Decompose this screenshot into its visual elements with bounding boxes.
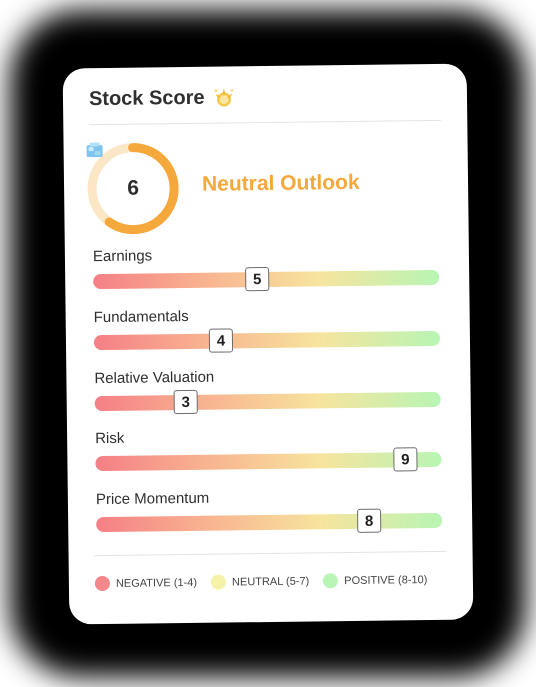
overall-score-value: 6: [127, 176, 140, 200]
outlook-label: Neutral Outlook: [201, 170, 360, 196]
score-marker: 9: [393, 447, 418, 472]
legend-divider: [94, 550, 447, 557]
metric-label: Price Momentum: [95, 489, 210, 509]
legend-swatch: [210, 574, 227, 590]
legend-item: POSITIVE (8-10): [323, 572, 428, 589]
score-marker: 3: [173, 389, 198, 415]
overall-score-gauge: 6: [86, 141, 181, 236]
score-marker: 4: [208, 328, 234, 353]
stage: Stock Score 6 Neutral Outlook Earnings 5…: [0, 0, 536, 687]
sparkle-icon: [214, 88, 233, 107]
legend-label: NEUTRAL (5-7): [231, 575, 310, 588]
score-slider-track: [95, 451, 442, 472]
metric-row: Price Momentum 8: [96, 487, 443, 541]
score-marker: 8: [357, 508, 382, 533]
ice-cube-icon: [86, 142, 103, 158]
legend-label: POSITIVE (8-10): [344, 573, 428, 587]
legend-item: NEUTRAL (5-7): [210, 574, 310, 590]
card-title: Stock Score: [88, 86, 205, 111]
legend-label: NEGATIVE (1-4): [115, 576, 198, 590]
score-marker: 5: [245, 266, 270, 292]
metric-row: Earnings 5: [93, 244, 440, 298]
stock-score-card: Stock Score 6 Neutral Outlook Earnings 5…: [62, 63, 474, 625]
score-slider-track: [93, 330, 441, 351]
score-slider-track: [94, 391, 441, 412]
legend-swatch: [94, 575, 111, 592]
legend-swatch: [323, 573, 339, 589]
metric-row: Relative Valuation 3: [94, 366, 441, 420]
score-slider-track: [96, 512, 443, 533]
metric-label: Earnings: [92, 247, 153, 266]
header-divider: [89, 119, 442, 126]
legend-item: NEGATIVE (1-4): [94, 575, 198, 592]
card-header: Stock Score: [89, 86, 235, 111]
gauge-center: 6: [86, 141, 181, 236]
metric-label: Fundamentals: [93, 307, 189, 327]
metric-label: Risk: [95, 429, 125, 448]
metric-row: Risk 9: [95, 426, 442, 480]
metric-row: Fundamentals 4: [94, 305, 441, 359]
metric-label: Relative Valuation: [94, 368, 215, 388]
score-legend: NEGATIVE (1-4) NEUTRAL (5-7) POSITIVE (8-1…: [94, 572, 442, 592]
